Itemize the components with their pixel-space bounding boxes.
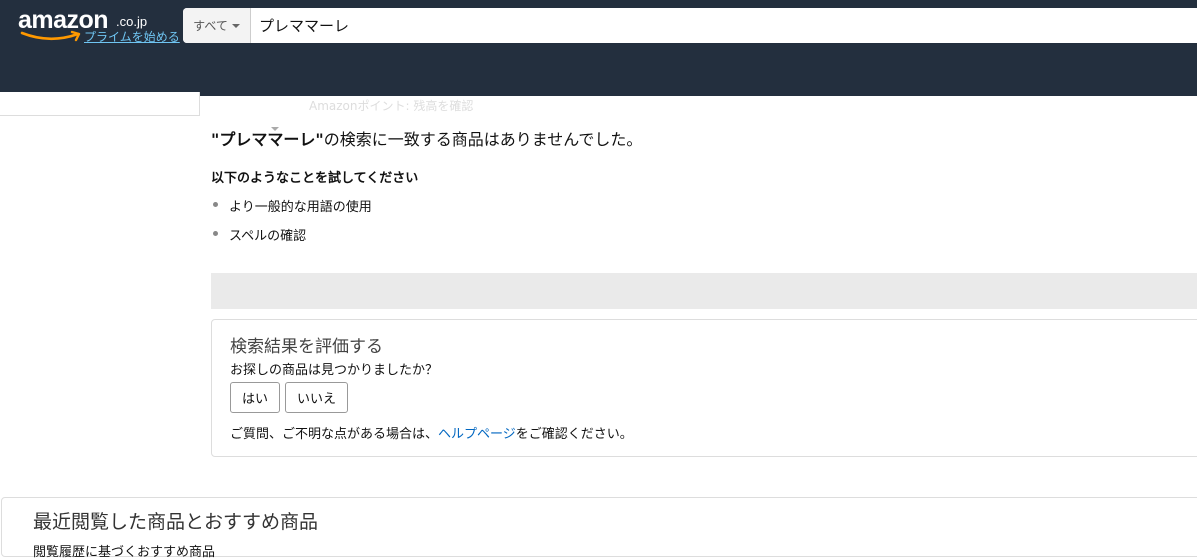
deliver-to-address: 下目黒 153-0064 [30, 125, 143, 140]
feedback-yes-button[interactable]: はい [230, 382, 280, 413]
search-query: "プレママーレ" [211, 130, 324, 149]
help-page-link[interactable]: ヘルプページ [438, 427, 516, 442]
search-category-dropdown[interactable]: すべて [183, 8, 251, 43]
amazon-points-link[interactable]: Amazonポイント: 残高を確認 [309, 97, 473, 114]
no-results-message: "プレママーレ"の検索に一致する商品はありませんでした。 [211, 126, 642, 150]
feedback-title: 検索結果を評価する [230, 337, 383, 357]
suggestions-list: より一般的な用語の使用 スペルの確認 [213, 196, 372, 254]
recently-viewed-title: 最近閲覧した商品とおすすめ商品 [33, 511, 319, 533]
recently-viewed-section: 最近閲覧した商品とおすすめ商品 閲覧履歴に基づくおすすめ商品 [1, 497, 1197, 560]
feedback-panel: 検索結果を評価する お探しの商品は見つかりましたか？ はい いいえ ご質問、ご不… [211, 319, 1197, 457]
no-results-text: の検索に一致する商品はありませんでした。 [323, 130, 643, 149]
chevron-down-icon [231, 23, 240, 28]
ad-placeholder-bar [211, 273, 1197, 309]
search-input[interactable] [259, 8, 1159, 43]
list-item: より一般的な用語の使用 [213, 196, 372, 225]
feedback-help-text: ご質問、ご不明な点がある場合は、ヘルプページをご確認ください。 [230, 423, 633, 442]
amazon-logo[interactable]: amazon .co.jp プライムを始める [18, 6, 180, 46]
nav-link-help[interactable]: ヘルプ [678, 117, 719, 137]
top-nav-bar: amazon .co.jp プライムを始める すべて [0, 0, 1197, 48]
help-suffix: をご確認ください。 [515, 427, 633, 442]
prime-link[interactable]: プライムを始める [84, 28, 180, 45]
logo-suffix: .co.jp [116, 14, 148, 29]
recently-viewed-subtitle: 閲覧履歴に基づくおすすめ商品 [33, 545, 216, 560]
help-prefix: ご質問、ご不明な点がある場合は、 [230, 427, 439, 442]
secondary-nav-bar: お届け先 下目黒 153-0064 カテゴリー Amazonポイント: 残高を確… [0, 48, 1197, 140]
list-item: スペルの確認 [213, 225, 372, 254]
left-refinement-panel [0, 92, 200, 116]
smile-arrow-icon [20, 30, 81, 42]
search-bar: すべて [183, 8, 1197, 43]
feedback-question: お探しの商品は見つかりましたか？ [230, 363, 439, 378]
feedback-no-button[interactable]: いいえ [285, 382, 348, 413]
suggestions-heading: 以下のようなことを試してください [211, 171, 419, 186]
search-category-label: すべて [193, 19, 228, 33]
